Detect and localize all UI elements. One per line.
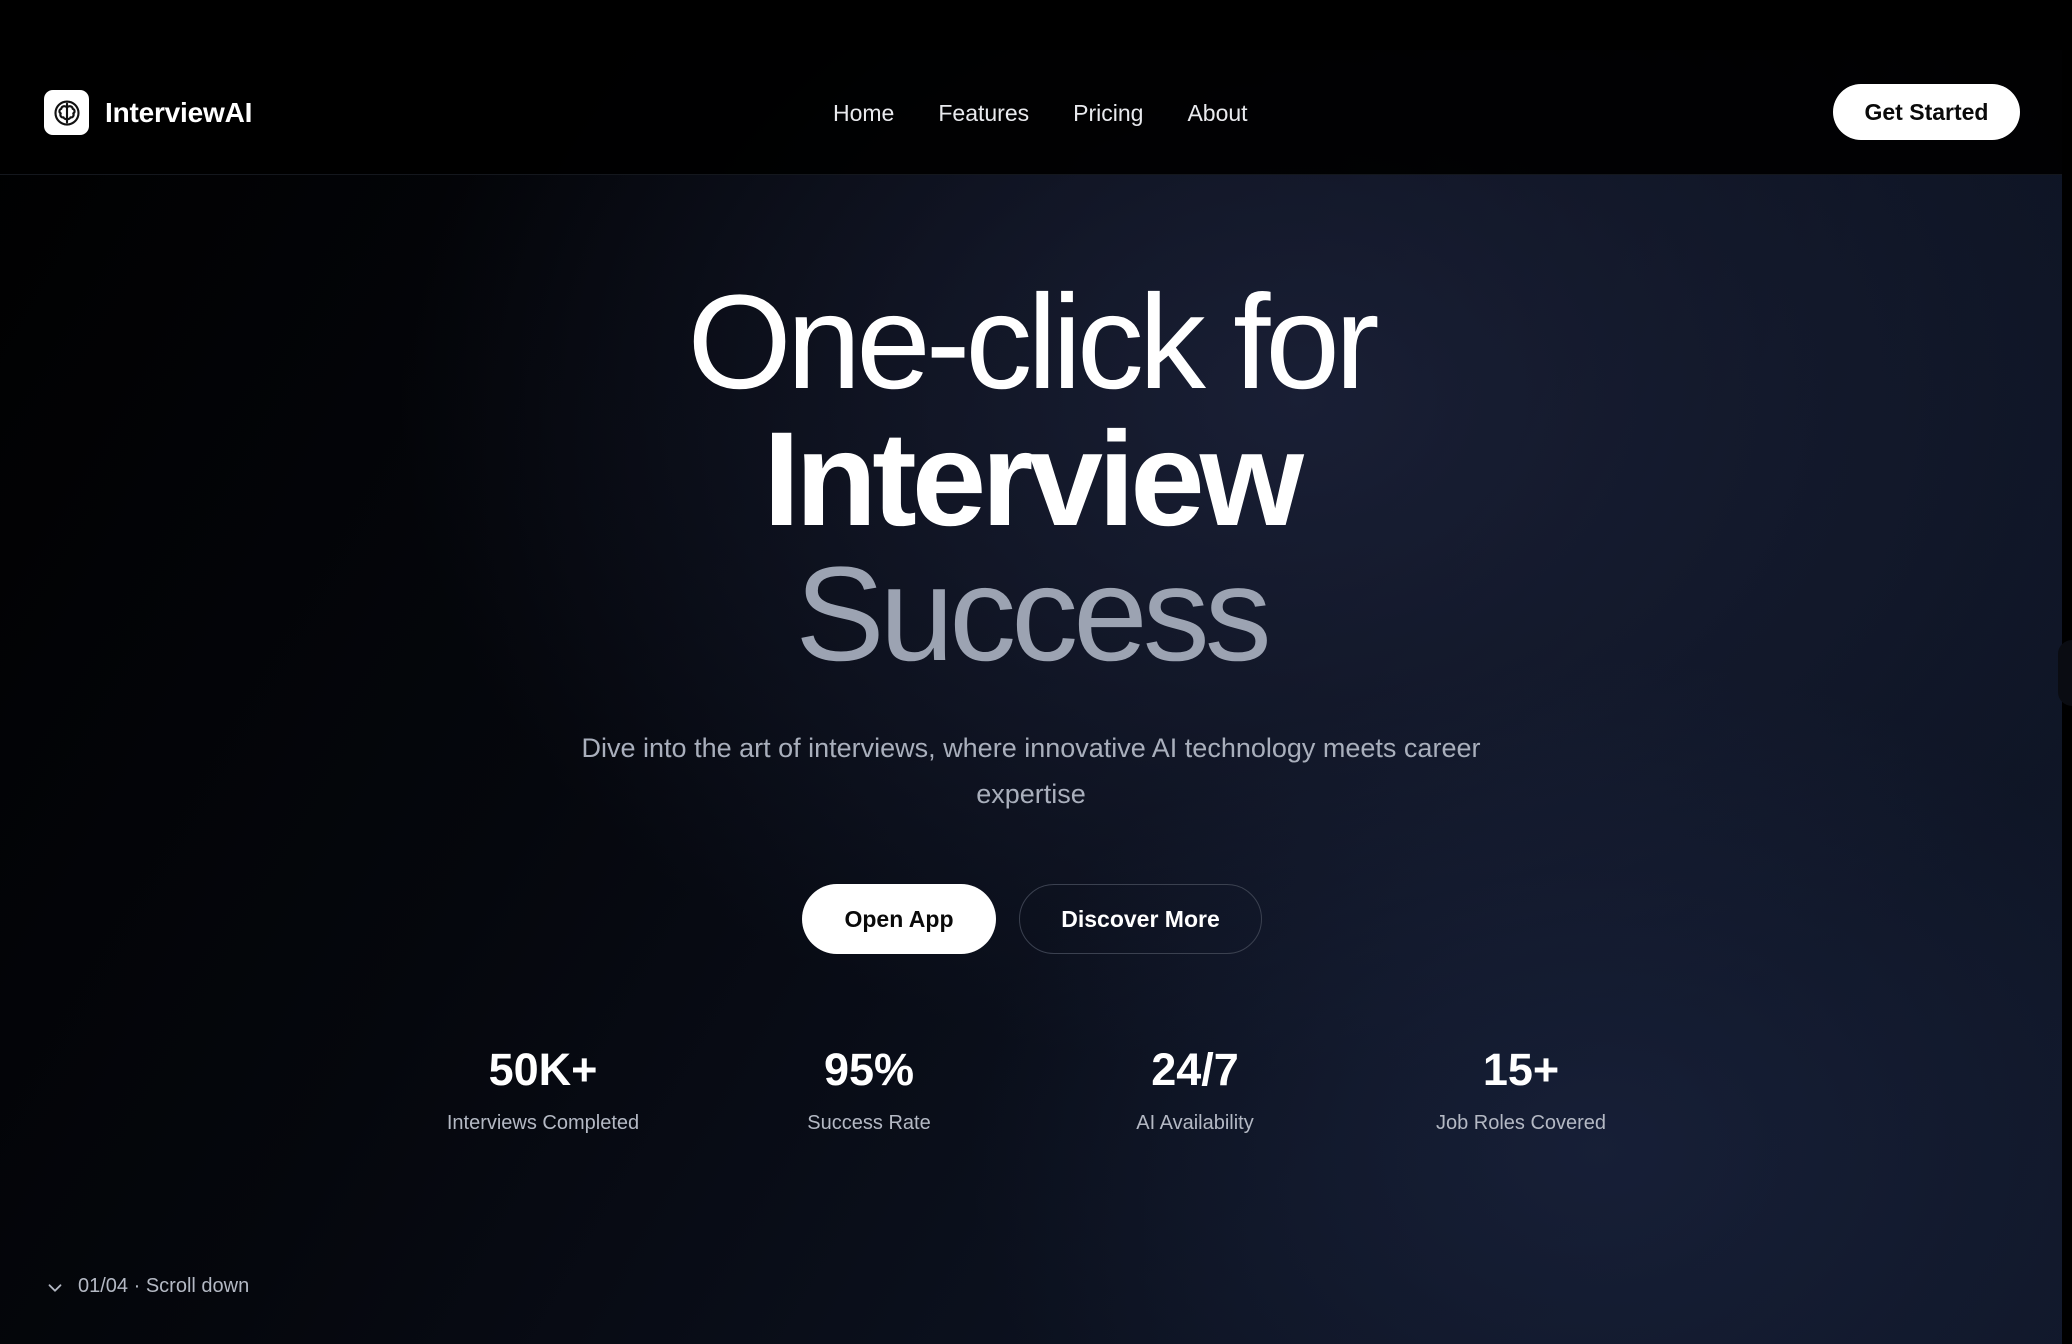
landing-page: InterviewAI Home Features Pricing About … xyxy=(0,0,2072,1344)
stat-value: 95% xyxy=(823,1044,915,1095)
nav-features[interactable]: Features xyxy=(938,96,1029,130)
stat-success-rate: 95% Success Rate xyxy=(739,1040,999,1136)
scroll-indicator[interactable]: 01/04 · Scroll down xyxy=(44,1272,249,1300)
brand-logo[interactable]: InterviewAI xyxy=(44,90,252,135)
brand-name: InterviewAI xyxy=(105,96,253,128)
stat-label: AI Availability xyxy=(1136,1112,1254,1134)
stat-label: Success Rate xyxy=(807,1112,931,1134)
scroll-hint-text: 01/04 · Scroll down xyxy=(78,1275,250,1297)
main-nav: Home Features Pricing About xyxy=(833,96,1248,130)
stat-value: 50K+ xyxy=(488,1044,598,1095)
hero-headline-line1: One-click for xyxy=(687,268,1379,417)
brain-icon xyxy=(44,90,89,135)
side-handle[interactable] xyxy=(2058,640,2072,706)
stat-ai-availability: 24/7 AI Availability xyxy=(1065,1040,1325,1136)
nav-about[interactable]: About xyxy=(1187,96,1247,130)
stat-label: Job Roles Covered xyxy=(1435,1112,1607,1134)
open-app-button[interactable]: Open App xyxy=(802,884,996,954)
stat-value: 15+ xyxy=(1482,1044,1560,1095)
stat-label: Interviews Completed xyxy=(446,1112,640,1134)
stat-interviews-completed: 50K+ Interviews Completed xyxy=(413,1040,673,1136)
get-started-button[interactable]: Get Started xyxy=(1833,84,2020,140)
stat-job-roles-covered: 15+ Job Roles Covered xyxy=(1391,1040,1651,1136)
nav-home[interactable]: Home xyxy=(833,96,894,130)
nav-pricing[interactable]: Pricing xyxy=(1073,96,1143,130)
discover-more-button[interactable]: Discover More xyxy=(1019,884,1262,954)
stat-value: 24/7 xyxy=(1151,1044,1239,1095)
top-bar xyxy=(0,0,2072,50)
chevron-down-icon xyxy=(44,1277,66,1299)
hero-subtitle: Dive into the art of interviews, where i… xyxy=(581,733,1481,809)
hero-headline-line3: Success xyxy=(795,540,1271,689)
hero-headline-line2: Interview xyxy=(763,405,1304,554)
